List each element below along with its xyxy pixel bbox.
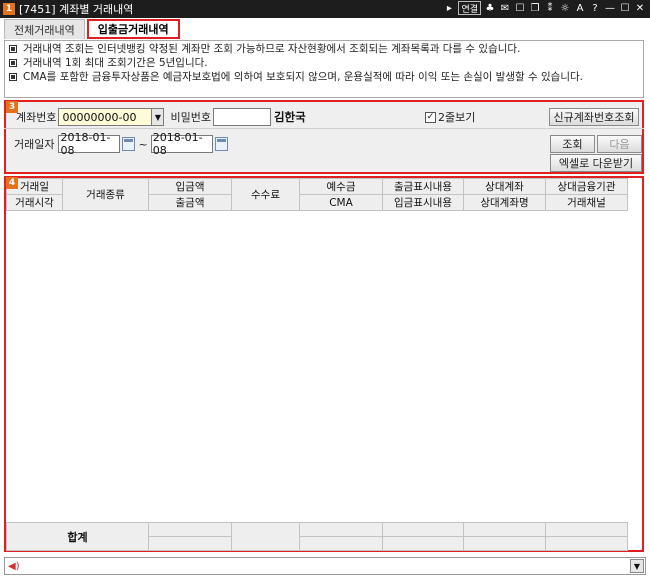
section-4-badge: 4	[6, 177, 18, 189]
next-button[interactable]: 다음	[597, 135, 642, 153]
header-trade-time[interactable]: 거래시각	[6, 194, 63, 211]
query-panel: 계좌번호 00000000-00 ▼ 비밀번호 김한국 ✓ 2줄보기 신규계좌번…	[4, 100, 644, 174]
header-trade-channel[interactable]: 거래채널	[545, 194, 628, 211]
header-deposit-balance[interactable]: 예수금	[299, 178, 383, 195]
excel-download-button[interactable]: 엑셀로 다운받기	[550, 154, 642, 172]
notice-panel: 거래내역 조회는 인터넷뱅킹 약정된 계좌만 조회 가능하므로 자산현황에서 조…	[4, 40, 644, 98]
date-to-input[interactable]: 2018-01-08	[150, 131, 213, 157]
search-button[interactable]: 조회	[550, 135, 595, 153]
password-label: 비밀번호	[170, 111, 211, 124]
notice-line: 거래내역 조회는 인터넷뱅킹 약정된 계좌만 조회 가능하므로 자산현황에서 조…	[9, 42, 639, 56]
minimize-icon[interactable]: —	[604, 1, 616, 15]
total-cell	[382, 522, 464, 537]
total-cell	[463, 522, 546, 537]
header-counter-account[interactable]: 상대계좌	[463, 178, 546, 195]
bullet-icon	[9, 73, 17, 81]
total-cell	[382, 536, 464, 551]
pin-icon[interactable]: ♣	[484, 1, 496, 15]
close-icon[interactable]: ✕	[634, 1, 646, 15]
notice-line: 거래내역 1회 최대 조회기간은 5년입니다.	[9, 56, 639, 70]
title-toolbar: ▸ 연결 ♣ ✉ ☐ ❐ ⁑ ☼ A ? — ☐ ✕	[443, 1, 646, 15]
status-bar: ◀) ▼	[4, 557, 646, 575]
calendar-icon[interactable]	[122, 137, 136, 151]
account-select[interactable]: 00000000-00 ▼	[58, 108, 165, 126]
header-deposit-display[interactable]: 입금표시내용	[382, 194, 464, 211]
tab-bar: 전체거래내역 입출금거래내역	[4, 19, 180, 39]
tab-all-transactions[interactable]: 전체거래내역	[4, 19, 85, 39]
chevron-down-icon[interactable]: ▼	[630, 559, 644, 573]
password-input[interactable]	[212, 108, 271, 126]
date-from-input[interactable]: 2018-01-08	[58, 131, 121, 157]
notice-text: 거래내역 조회는 인터넷뱅킹 약정된 계좌만 조회 가능하므로 자산현황에서 조…	[23, 43, 521, 55]
header-counter-bank[interactable]: 상대금융기관	[545, 178, 628, 195]
total-withdraw-amount	[148, 536, 232, 551]
total-deposit-amount	[148, 522, 232, 537]
section-3-badge: 3	[6, 101, 18, 113]
new-account-search-button[interactable]: 신규계좌번호조회	[549, 108, 639, 126]
notice-text: 거래내역 1회 최대 조회기간은 5년입니다.	[23, 57, 208, 69]
notice-text: CMA를 포함한 금융투자상품은 예금자보호법에 의하여 보호되지 않으며, 운…	[23, 71, 583, 83]
grid-header: 거래일 거래종류 입금액 수수료 예수금 출금표시내용 상대계좌 상대금융기관 …	[6, 178, 628, 211]
link-button[interactable]: 연결	[458, 1, 481, 15]
total-cell	[545, 536, 628, 551]
excel-row: 엑셀로 다운받기	[550, 152, 642, 174]
account-label: 계좌번호	[16, 111, 57, 124]
settings-icon[interactable]: ⁑	[544, 1, 556, 15]
two-line-checkbox[interactable]: ✓	[425, 111, 436, 123]
total-cell	[463, 536, 546, 551]
bullet-icon	[9, 45, 17, 53]
window-number-badge: 1	[3, 3, 15, 15]
capture-icon[interactable]: ☐	[514, 1, 526, 15]
copy-window-icon[interactable]: ❐	[529, 1, 541, 15]
total-deposit-balance	[299, 522, 383, 537]
header-deposit-amount[interactable]: 입금액	[148, 178, 232, 195]
calendar-icon[interactable]	[214, 137, 228, 151]
notice-line: CMA를 포함한 금융투자상품은 예금자보호법에 의하여 보호되지 않으며, 운…	[9, 70, 639, 84]
header-trade-type[interactable]: 거래종류	[62, 178, 149, 211]
tab-deposit-withdrawal[interactable]: 입출금거래내역	[86, 19, 180, 39]
total-fee	[231, 522, 300, 551]
transaction-grid[interactable]: 거래일 거래종류 입금액 수수료 예수금 출금표시내용 상대계좌 상대금융기관 …	[4, 176, 644, 552]
account-value: 00000000-00	[62, 110, 137, 124]
theme-icon[interactable]: ☼	[559, 1, 571, 15]
mail-icon[interactable]: ✉	[499, 1, 511, 15]
two-line-row: ✓ 2줄보기	[425, 106, 477, 128]
speaker-icon: ◀)	[8, 560, 20, 572]
total-cma	[299, 536, 383, 551]
two-line-label: 2줄보기	[438, 111, 476, 124]
total-cell	[545, 522, 628, 537]
play-icon[interactable]: ▸	[443, 1, 455, 15]
header-withdraw-display[interactable]: 출금표시내용	[382, 178, 464, 195]
font-size-icon[interactable]: A	[574, 1, 586, 15]
total-label: 합계	[6, 522, 149, 551]
header-withdraw-amount[interactable]: 출금액	[148, 194, 232, 211]
date-label: 거래일자	[14, 138, 55, 151]
new-account-row: 신규계좌번호조회	[549, 106, 639, 128]
header-fee[interactable]: 수수료	[231, 178, 300, 211]
header-counter-account-name[interactable]: 상대계좌명	[463, 194, 546, 211]
bullet-icon	[9, 59, 17, 67]
help-icon[interactable]: ?	[589, 1, 601, 15]
window-titlebar: 1 [7451] 계좌별 거래내역 ▸ 연결 ♣ ✉ ☐ ❐ ⁑ ☼ A ? —…	[0, 0, 650, 18]
header-cma[interactable]: CMA	[299, 194, 383, 211]
date-separator: ~	[138, 137, 148, 151]
date-row: 거래일자 2018-01-08 ~ 2018-01-08	[14, 131, 228, 157]
account-row: 계좌번호 00000000-00 ▼ 비밀번호 김한국	[16, 106, 306, 128]
chevron-down-icon[interactable]: ▼	[151, 109, 164, 125]
window-title: [7451] 계좌별 거래내역	[19, 3, 134, 16]
maximize-icon[interactable]: ☐	[619, 1, 631, 15]
account-owner-name: 김한국	[273, 110, 306, 124]
grid-total-row: 합계	[6, 522, 628, 551]
query-divider	[4, 128, 644, 129]
